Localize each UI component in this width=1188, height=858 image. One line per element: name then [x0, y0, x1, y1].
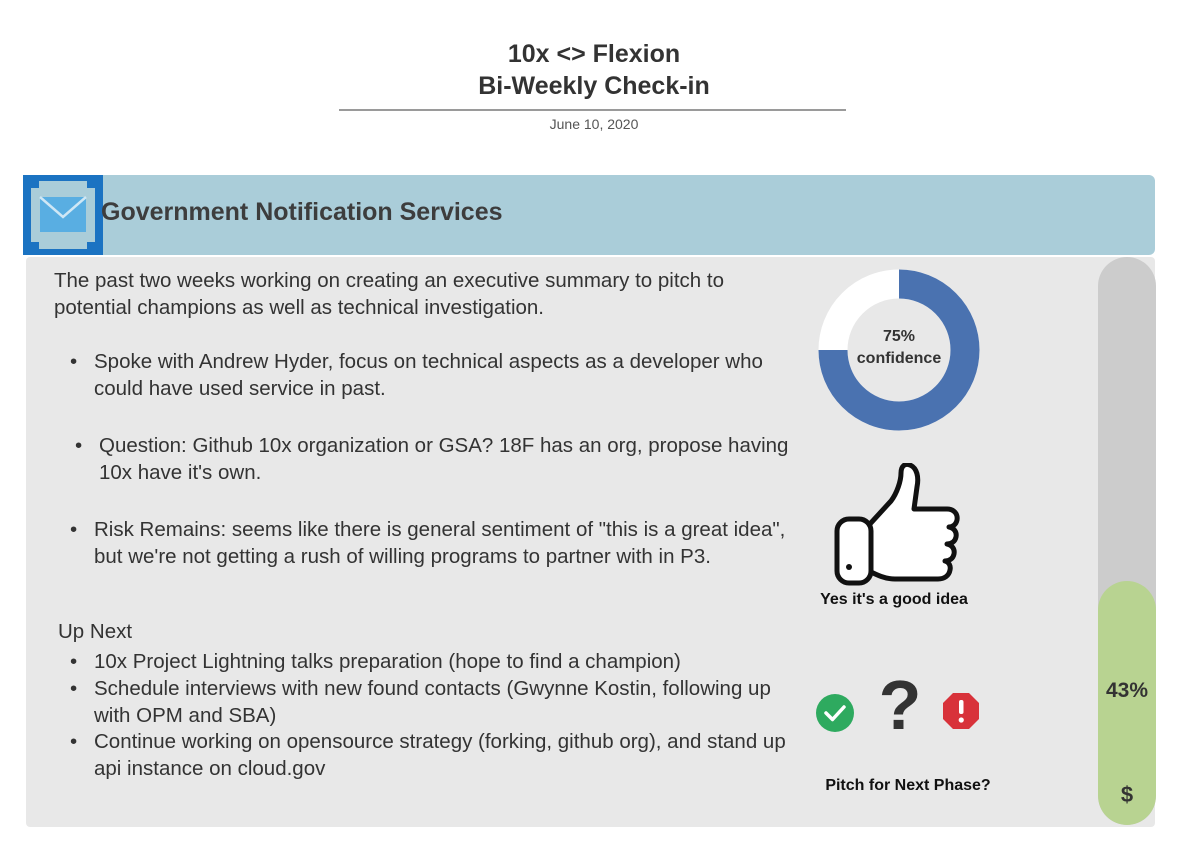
thumbs-up-icon	[834, 463, 960, 586]
summary-bullet-text: Spoke with Andrew Hyder, focus on techni…	[94, 350, 763, 400]
summary-bullet-text: Question: Github 10x organization or GSA…	[99, 434, 789, 484]
up-next-item-text: 10x Project Lightning talks preparation …	[94, 650, 681, 673]
check-circle-icon	[816, 694, 854, 732]
up-next-item: • Continue working on opensource strategy…	[70, 730, 786, 780]
question-mark-icon: ?	[878, 666, 922, 744]
summary-intro: The past two weeks working on creating a…	[54, 269, 724, 319]
up-next-heading: Up Next	[58, 620, 133, 643]
up-next-item-text: Schedule interviews with new found conta…	[94, 677, 771, 727]
summary-bullet: • Risk Remains: seems like there is gener…	[70, 518, 786, 568]
stop-octagon-icon	[943, 693, 979, 729]
section-title: Government Notification Services	[101, 198, 503, 226]
up-next-item-text: Continue working on opensource strategy …	[94, 730, 786, 780]
report-date: June 10, 2020	[549, 116, 639, 132]
budget-progress-track	[1098, 257, 1156, 825]
summary-bullet-text: Risk Remains: seems like there is genera…	[94, 518, 786, 568]
mail-icon	[23, 175, 103, 255]
title-line-2: Bi-Weekly Check-in	[478, 72, 710, 100]
budget-progress-percent: 43%	[1105, 679, 1149, 702]
confidence-value: 75%	[882, 328, 916, 345]
summary-bullet: • Spoke with Andrew Hyder, focus on techn…	[70, 350, 763, 400]
confidence-caption: confidence	[856, 350, 942, 367]
confidence-label: 75% confidence	[817, 326, 981, 370]
good-idea-label: Yes it's a good idea	[820, 591, 968, 608]
summary-bullet: • Question: Github 10x organization or GS…	[75, 434, 789, 484]
title-divider	[339, 109, 846, 111]
title-line-1: 10x <> Flexion	[507, 40, 681, 68]
budget-dollar-sign: $	[1120, 782, 1134, 807]
up-next-item: • Schedule interviews with new found cont…	[70, 677, 771, 727]
pitch-next-phase-label: Pitch for Next Phase?	[825, 777, 991, 794]
up-next-item: • 10x Project Lightning talks preparation…	[70, 650, 681, 673]
